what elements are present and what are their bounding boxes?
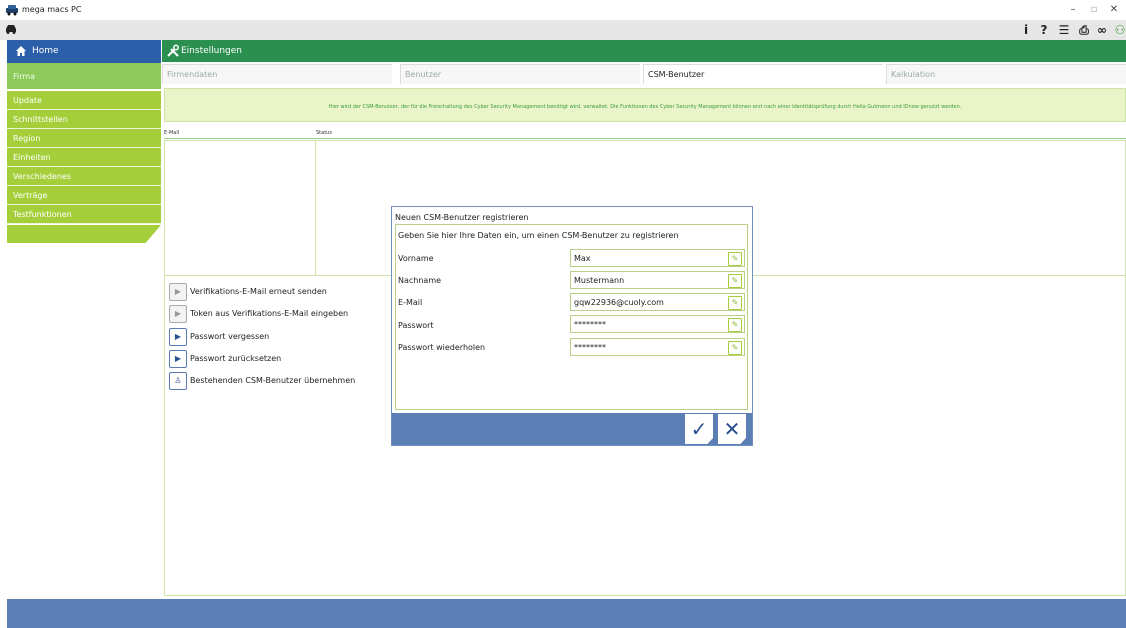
sidebar-header-label: Firma — [13, 72, 36, 81]
window-title: mega macs PC — [22, 5, 82, 14]
title-bar: mega macs PC – ▫ ✕ — [0, 0, 1126, 20]
dialog-title: Neuen CSM-Benutzer registrieren — [395, 213, 529, 222]
tab-kalkulation[interactable]: Kalkulation — [886, 64, 1126, 84]
password-label: Passwort — [398, 321, 434, 330]
email-value: gqw22936@cuoly.com — [574, 298, 664, 307]
play-icon: ▶ — [169, 283, 187, 301]
tab-label: Firmendaten — [167, 70, 218, 79]
print-icon[interactable]: ⎙ — [1076, 22, 1092, 38]
toolbar — [0, 20, 1126, 40]
action-label: Verifikations-E-Mail erneut senden — [190, 287, 327, 296]
sidebar-item-label: Verträge — [13, 191, 48, 200]
password-repeat-label: Passwort wiederholen — [398, 343, 486, 352]
sidebar-item-einheiten[interactable]: Einheiten — [7, 148, 161, 167]
action-label: Token aus Verifikations-E-Mail eingeben — [190, 309, 349, 318]
email-label: E-Mail — [398, 298, 423, 307]
maximize-button[interactable]: ▫ — [1087, 3, 1101, 17]
home-icon — [16, 46, 26, 56]
confirm-button[interactable]: ✓ — [685, 414, 713, 444]
link-icon[interactable]: ∞ — [1094, 22, 1110, 38]
list-icon[interactable]: ☰ — [1056, 22, 1072, 38]
column-divider — [315, 140, 316, 276]
first-name-value: Max — [574, 254, 591, 263]
password-repeat-field[interactable]: ******** ✎ — [570, 338, 745, 356]
settings-header: Einstellungen — [162, 40, 1126, 62]
sidebar-tail — [7, 225, 161, 243]
sidebar-item-label: Einheiten — [13, 153, 51, 162]
last-name-label: Nachname — [398, 276, 442, 285]
password-field[interactable]: ******** ✎ — [570, 315, 745, 333]
info-banner: Hier wird der CSM-Benutzer, der für die … — [164, 88, 1126, 122]
edit-icon[interactable]: ✎ — [728, 274, 742, 288]
action-label: Passwort zurücksetzen — [190, 354, 282, 363]
tab-label: Kalkulation — [891, 70, 936, 79]
tools-icon — [167, 44, 179, 57]
edit-icon[interactable]: ✎ — [728, 252, 742, 266]
sidebar-item-label: Update — [13, 96, 42, 105]
tab-csm-benutzer[interactable]: CSM-Benutzer — [643, 64, 883, 84]
sidebar-item-label: Region — [13, 134, 41, 143]
sidebar-item-vertraege[interactable]: Verträge — [7, 186, 161, 205]
tab-label: Benutzer — [405, 70, 442, 79]
edit-icon[interactable]: ✎ — [728, 341, 742, 355]
sidebar-item-verschiedenes[interactable]: Verschiedenes — [7, 167, 161, 186]
table-header: E-Mail Status — [164, 128, 1126, 139]
page-title: Einstellungen — [181, 46, 243, 56]
network-icon[interactable]: ⚇ — [1112, 22, 1126, 38]
play-icon: ▶ — [169, 328, 187, 346]
info-text: Hier wird der CSM-Benutzer, der für die … — [328, 104, 962, 110]
sidebar-item-region[interactable]: Region — [7, 129, 161, 148]
car-icon[interactable] — [4, 23, 18, 35]
sidebar-item-label: Schnittstellen — [13, 115, 68, 124]
sidebar-header-firma[interactable]: Firma — [7, 63, 161, 89]
tab-label: CSM-Benutzer — [648, 70, 705, 79]
edit-icon[interactable]: ✎ — [728, 296, 742, 310]
last-name-field[interactable]: Mustermann ✎ — [570, 271, 745, 289]
column-email[interactable]: E-Mail — [164, 130, 179, 136]
sidebar-item-label: Verschiedenes — [13, 172, 72, 181]
home-button[interactable]: Home — [7, 40, 161, 63]
action-label: Passwort vergessen — [190, 332, 270, 341]
first-name-label: Vorname — [398, 254, 434, 263]
first-name-field[interactable]: Max ✎ — [570, 249, 745, 267]
sidebar-item-schnittstellen[interactable]: Schnittstellen — [7, 110, 161, 129]
tab-firmendaten[interactable]: Firmendaten — [162, 64, 392, 84]
minimize-button[interactable]: – — [1066, 3, 1080, 17]
play-icon: ▶ — [169, 305, 187, 323]
action-label: Bestehenden CSM-Benutzer übernehmen — [190, 376, 356, 385]
sidebar-item-update[interactable]: Update — [7, 91, 161, 110]
cancel-button[interactable]: ✕ — [718, 414, 746, 444]
password-repeat-value: ******** — [574, 343, 606, 352]
tab-benutzer[interactable]: Benutzer — [400, 64, 640, 84]
play-icon: ▶ — [169, 350, 187, 368]
bottom-bar — [7, 599, 1126, 628]
person-icon: ♙ — [169, 372, 187, 390]
sidebar-item-label: Testfunktionen — [13, 210, 72, 219]
car-app-icon — [6, 5, 18, 16]
password-value: ******** — [574, 320, 606, 329]
info-icon[interactable]: i — [1018, 22, 1034, 38]
edit-icon[interactable]: ✎ — [728, 318, 742, 332]
email-field[interactable]: gqw22936@cuoly.com ✎ — [570, 293, 745, 311]
last-name-value: Mustermann — [574, 276, 625, 285]
sidebar-item-testfunktionen[interactable]: Testfunktionen — [7, 205, 161, 224]
close-window-button[interactable]: ✕ — [1107, 3, 1121, 17]
column-status[interactable]: Status — [316, 130, 332, 136]
home-label: Home — [32, 46, 59, 56]
help-icon[interactable]: ? — [1036, 22, 1052, 38]
dialog-subtitle: Geben Sie hier Ihre Daten ein, um einen … — [398, 231, 679, 240]
